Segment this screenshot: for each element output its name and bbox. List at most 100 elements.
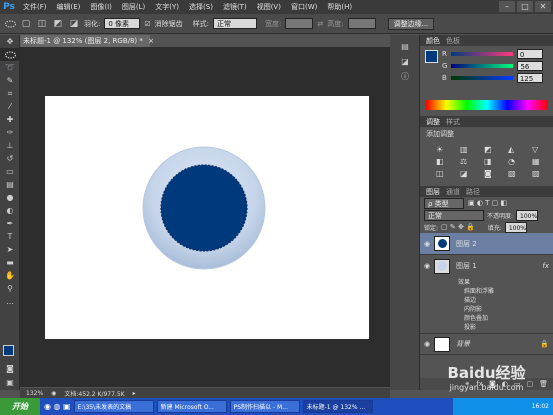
effect-bevel[interactable]: 斜面和浮雕	[420, 286, 553, 295]
taskbar-item[interactable]: PS制作扫描以 - M...	[229, 400, 300, 413]
quick-select-tool-icon[interactable]: ✎	[0, 74, 20, 87]
maximize-button[interactable]: □	[517, 1, 533, 12]
channel-mixer-adjust-icon[interactable]: ▦	[532, 157, 550, 166]
tab-adjustments[interactable]: 调整	[426, 117, 440, 127]
green-slider[interactable]	[451, 64, 514, 68]
effect-drop-shadow[interactable]: 投影	[420, 322, 553, 331]
properties-panel-icon[interactable]: ◪	[390, 54, 420, 69]
clock[interactable]: 16:02	[532, 403, 549, 410]
quick-mask-icon[interactable]: ◙	[0, 362, 20, 375]
invert-adjust-icon[interactable]: ◫	[436, 169, 454, 178]
curves-adjust-icon[interactable]: ◩	[484, 145, 502, 154]
photo-filter-adjust-icon[interactable]: ◔	[508, 157, 526, 166]
blue-slider[interactable]	[450, 76, 513, 80]
green-value[interactable]: 56	[517, 61, 544, 71]
effect-color-overlay[interactable]: 颜色叠加	[420, 313, 553, 322]
posterize-adjust-icon[interactable]: ◪	[460, 169, 478, 178]
swap-icon[interactable]: ⇄	[317, 20, 323, 28]
layer-name[interactable]: 背景	[456, 339, 470, 349]
document-tab-close[interactable]: ×	[148, 37, 154, 45]
brush-tool-icon[interactable]: ✑	[0, 126, 20, 139]
tab-color[interactable]: 颜色	[426, 36, 440, 46]
tab-channels[interactable]: 通道	[446, 187, 460, 197]
brightness-adjust-icon[interactable]: ☀	[436, 145, 454, 154]
tab-styles[interactable]: 样式	[446, 117, 460, 127]
foreground-color-swatch[interactable]	[3, 345, 14, 356]
selective-color-adjust-icon[interactable]: ▨	[532, 169, 550, 178]
vibrance-adjust-icon[interactable]: ▽	[532, 145, 550, 154]
clone-stamp-tool-icon[interactable]: ⊥	[0, 139, 20, 152]
image-canvas[interactable]	[45, 96, 369, 339]
red-value[interactable]: 0	[516, 49, 543, 59]
quicklaunch-icons[interactable]: ◉ ◍ ▣	[44, 402, 71, 411]
tab-paths[interactable]: 路径	[466, 187, 480, 197]
gradient-map-adjust-icon[interactable]: ▧	[508, 169, 526, 178]
layer-row[interactable]: ◉ 图层 2	[420, 233, 553, 255]
menu-type[interactable]: 文字(Y)	[150, 2, 184, 12]
menu-view[interactable]: 视图(V)	[252, 2, 286, 12]
menu-filter[interactable]: 滤镜(T)	[218, 2, 252, 12]
lasso-tool-icon[interactable]: ➰	[0, 61, 20, 74]
blur-tool-icon[interactable]: ●	[0, 191, 20, 204]
feather-input[interactable]: 0 像素	[104, 18, 141, 29]
color-balance-adjust-icon[interactable]: ⚖	[460, 157, 478, 166]
menu-select[interactable]: 选择(S)	[184, 2, 218, 12]
levels-adjust-icon[interactable]: ▥	[460, 145, 478, 154]
layer-row[interactable]: ◉ 背景 🔒	[420, 333, 553, 355]
eraser-tool-icon[interactable]: ▭	[0, 165, 20, 178]
new-selection-icon[interactable]: ▢	[20, 18, 32, 30]
zoom-level[interactable]: 132%	[26, 390, 43, 397]
refine-edge-button[interactable]: 调整边缘...	[387, 17, 435, 30]
eye-icon[interactable]: ◉	[420, 240, 434, 248]
effect-inner-shadow[interactable]: 内阴影	[420, 304, 553, 313]
move-tool-icon[interactable]: ✥	[0, 35, 20, 48]
blend-mode-select[interactable]: 正常	[424, 209, 484, 221]
document-tab[interactable]: 未标题-1 @ 132% (图层 2, RGB/8) * ×	[20, 35, 154, 47]
hue-saturation-adjust-icon[interactable]: ◧	[436, 157, 454, 166]
shape-tool-icon[interactable]: ▬	[0, 256, 20, 269]
height-input[interactable]	[347, 18, 376, 29]
history-brush-tool-icon[interactable]: ↺	[0, 152, 20, 165]
dodge-tool-icon[interactable]: ◐	[0, 204, 20, 217]
menu-layer[interactable]: 图层(L)	[117, 2, 150, 12]
path-selection-tool-icon[interactable]: ➤	[0, 243, 20, 256]
menu-edit[interactable]: 编辑(E)	[52, 2, 86, 12]
blue-value[interactable]: 125	[516, 73, 543, 83]
red-slider[interactable]	[450, 52, 513, 56]
layer-row[interactable]: ◉ 图层 1 fx	[420, 255, 553, 277]
color-foreground-swatch[interactable]	[425, 50, 438, 63]
tab-layers[interactable]: 图层	[426, 187, 440, 197]
info-panel-icon[interactable]: ⓘ	[390, 69, 420, 84]
width-input[interactable]	[285, 18, 314, 29]
fx-icon[interactable]: fx	[542, 262, 549, 270]
layer-name[interactable]: 图层 2	[456, 239, 477, 249]
opacity-input[interactable]: 100%	[516, 209, 539, 221]
taskbar-item[interactable]: E:\35\未发表的文稿	[73, 400, 154, 413]
crop-tool-icon[interactable]: ⌗	[0, 87, 20, 100]
menu-file[interactable]: 文件(F)	[18, 2, 52, 12]
start-button[interactable]: 开始	[0, 398, 40, 415]
minimize-button[interactable]: –	[499, 1, 515, 12]
screen-mode-icon[interactable]: ▣	[0, 376, 20, 389]
layer-filter-select[interactable]: ρ 类型	[424, 197, 464, 209]
hand-tool-icon[interactable]: ✋	[0, 269, 20, 282]
close-button[interactable]: ✕	[535, 1, 551, 12]
exposure-adjust-icon[interactable]: ◭	[508, 145, 526, 154]
marquee-tool-icon[interactable]	[0, 48, 20, 61]
menu-window[interactable]: 窗口(W)	[286, 2, 322, 12]
marquee-tool-preset-icon[interactable]	[4, 18, 16, 30]
taskbar-item[interactable]: 未标题-1 @ 132% ...	[302, 400, 373, 413]
threshold-adjust-icon[interactable]: ◙	[484, 169, 502, 178]
subtract-selection-icon[interactable]: ◩	[52, 18, 64, 30]
antialias-checkbox[interactable]: ☑	[144, 20, 150, 28]
status-arrow-icon[interactable]: ▸	[133, 390, 136, 397]
gradient-tool-icon[interactable]: ▤	[0, 178, 20, 191]
menu-help[interactable]: 帮助(H)	[322, 2, 357, 12]
zoom-tool-icon[interactable]: ⚲	[0, 282, 20, 295]
menu-image[interactable]: 图像(I)	[85, 2, 117, 12]
effect-stroke[interactable]: 描边	[420, 295, 553, 304]
fill-input[interactable]: 100%	[504, 221, 527, 233]
add-selection-icon[interactable]: ◫	[36, 18, 48, 30]
filter-icons[interactable]: ▣ ◐ T ▢ ◧	[468, 199, 507, 207]
type-tool-icon[interactable]: T	[0, 230, 20, 243]
